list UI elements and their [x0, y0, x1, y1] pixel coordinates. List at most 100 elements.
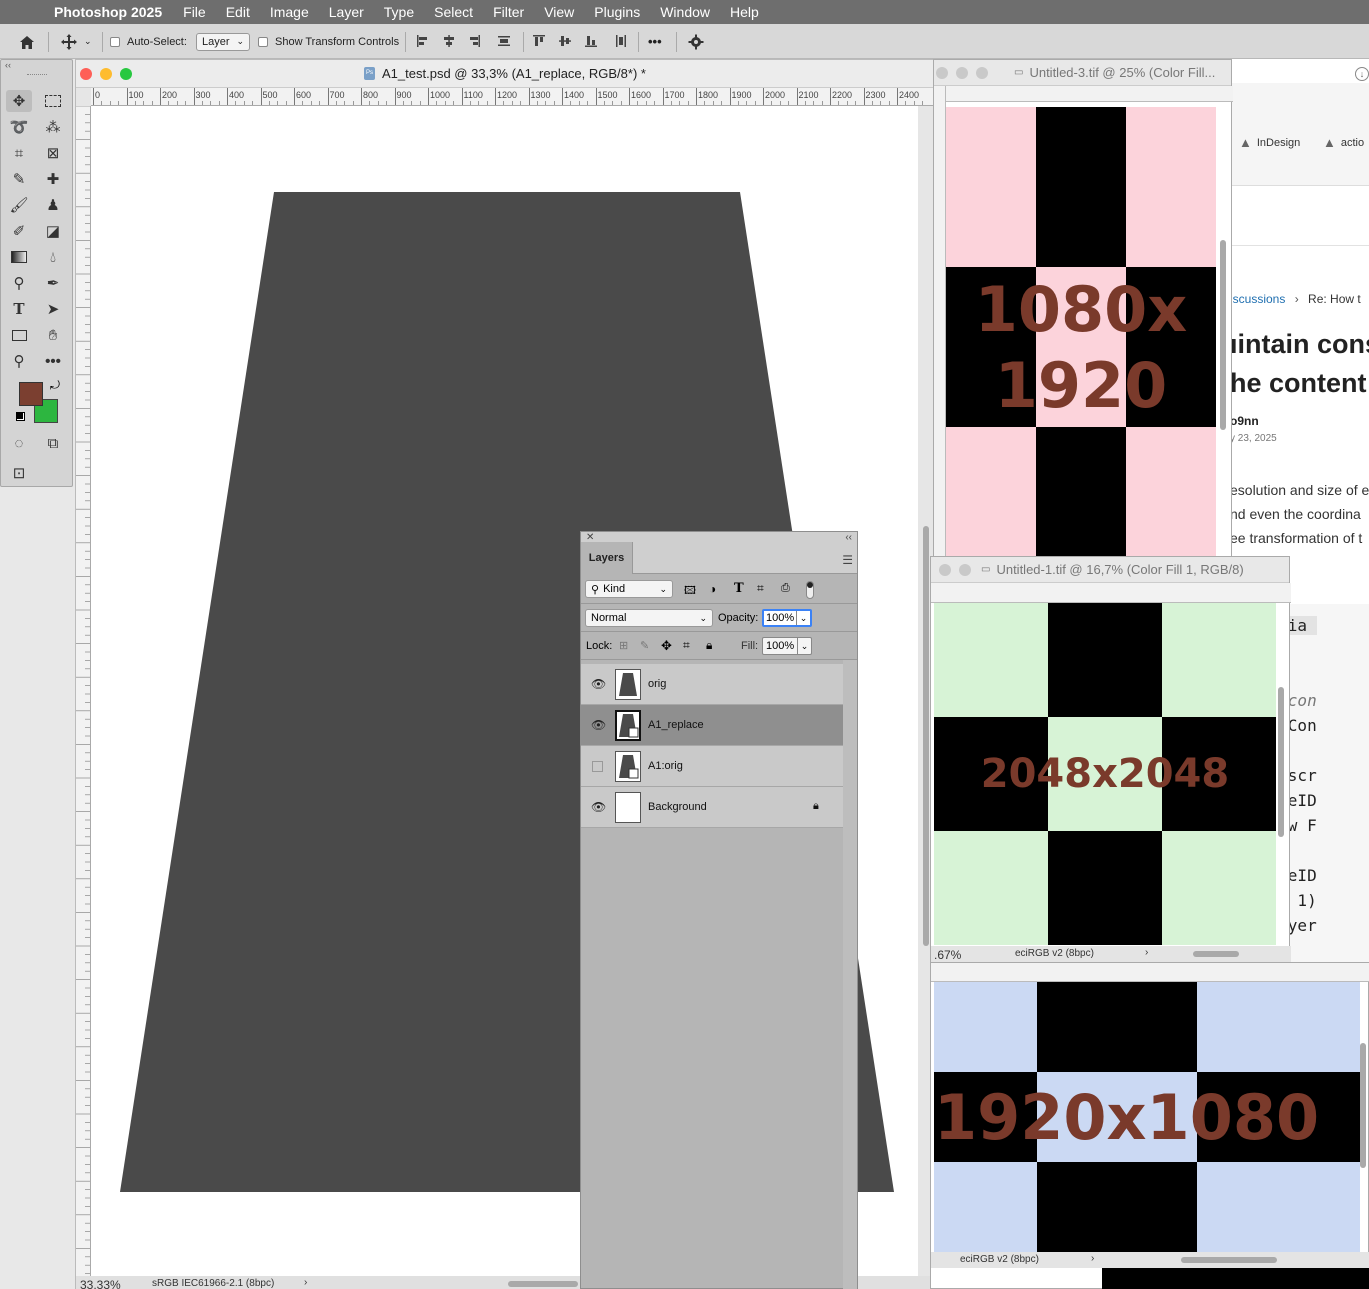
- layers-scroll-track[interactable]: [843, 660, 857, 1289]
- menu-type[interactable]: Type: [384, 4, 414, 20]
- eraser-tool-icon[interactable]: ◪: [40, 220, 66, 242]
- menu-view[interactable]: View: [544, 4, 574, 20]
- more-options-button[interactable]: •••: [648, 24, 662, 59]
- distribute-horizontal-icon[interactable]: [497, 34, 511, 48]
- app-name-menu[interactable]: Photoshop 2025: [54, 4, 162, 20]
- menu-filter[interactable]: Filter: [493, 4, 524, 20]
- layer-row-a1-replace[interactable]: 👁︎ A1_replace: [581, 705, 843, 746]
- layer-row-orig[interactable]: 👁︎ orig: [581, 664, 843, 705]
- show-transform-checkbox[interactable]: [258, 36, 268, 47]
- lock-all-icon[interactable]: 🔒︎: [706, 638, 712, 653]
- download-icon[interactable]: ↓: [1355, 67, 1369, 81]
- horizontal-scrollbar[interactable]: [1193, 951, 1239, 957]
- lock-image-pixels-icon[interactable]: ✎: [640, 639, 649, 652]
- gear-icon[interactable]: [688, 24, 704, 59]
- chevron-right-icon[interactable]: ›: [304, 1277, 307, 1288]
- type-tool-icon[interactable]: T: [6, 298, 32, 320]
- edit-toolbar-icon[interactable]: •••: [40, 350, 66, 372]
- filter-smart-objects-icon[interactable]: ⎙: [781, 582, 790, 595]
- menu-plugins[interactable]: Plugins: [594, 4, 640, 20]
- magic-wand-tool-icon[interactable]: ⁂: [40, 116, 66, 138]
- zoom-window-button[interactable]: [120, 68, 132, 80]
- frame-tool-icon[interactable]: ⊠: [40, 142, 66, 164]
- lasso-tool-icon[interactable]: ➰: [6, 116, 32, 138]
- zoom-tool-icon[interactable]: ⚲: [6, 350, 32, 372]
- distribute-vertical-icon[interactable]: [614, 34, 628, 48]
- blend-mode-dropdown[interactable]: Normal ⌄: [585, 609, 713, 627]
- move-tool-icon[interactable]: ⌄: [60, 24, 92, 59]
- chevron-down-icon[interactable]: ⌄: [796, 611, 810, 625]
- visibility-off-box[interactable]: [592, 761, 603, 772]
- minimize-window-button[interactable]: [956, 67, 968, 79]
- opacity-input[interactable]: 100% ⌄: [762, 609, 812, 627]
- menu-window[interactable]: Window: [660, 4, 710, 20]
- menu-select[interactable]: Select: [434, 4, 473, 20]
- home-icon[interactable]: [18, 24, 36, 59]
- chevron-right-icon[interactable]: ›: [1145, 947, 1148, 958]
- panel-grip[interactable]: [27, 74, 47, 76]
- post-author[interactable]: o9nn: [1230, 414, 1259, 428]
- tab-actions[interactable]: ▲ actio: [1323, 135, 1364, 150]
- chevron-down-icon[interactable]: ⌄: [84, 36, 92, 47]
- layer-name[interactable]: A1:orig: [648, 760, 683, 772]
- align-left-icon[interactable]: [416, 34, 430, 48]
- chevron-down-icon[interactable]: ⌄: [797, 638, 811, 654]
- collapse-panel-icon[interactable]: ‹‹: [845, 532, 852, 543]
- collapse-panel-icon[interactable]: ‹‹: [5, 60, 11, 70]
- align-right-icon[interactable]: [467, 34, 481, 48]
- foreground-color-swatch[interactable]: [19, 382, 43, 406]
- zoom-level[interactable]: .67%: [934, 948, 961, 962]
- zoom-level[interactable]: 33,33%: [80, 1278, 121, 1289]
- chevron-right-icon[interactable]: ›: [1091, 1253, 1094, 1264]
- minimize-window-button[interactable]: [100, 68, 112, 80]
- layer-name[interactable]: orig: [648, 678, 666, 690]
- filter-adjustment-layers-icon[interactable]: ◑: [709, 582, 716, 596]
- minimize-window-button[interactable]: [959, 564, 971, 576]
- horizontal-scrollbar[interactable]: [1181, 1257, 1277, 1263]
- gradient-tool-icon[interactable]: [6, 246, 32, 268]
- marquee-tool-icon[interactable]: [40, 90, 66, 112]
- lock-position-icon[interactable]: ✥: [661, 638, 672, 654]
- swap-colors-icon[interactable]: ⤾: [50, 378, 60, 393]
- align-center-icon[interactable]: [442, 34, 456, 48]
- close-window-button[interactable]: [939, 564, 951, 576]
- lock-artboard-icon[interactable]: ⌗: [683, 638, 690, 653]
- healing-brush-tool-icon[interactable]: ✚: [40, 168, 66, 190]
- pen-tool-icon[interactable]: ✒: [40, 272, 66, 294]
- filter-pixel-layers-icon[interactable]: 🖾︎: [684, 582, 696, 601]
- align-bottom-icon[interactable]: [584, 34, 598, 48]
- default-colors-icon[interactable]: [16, 412, 25, 421]
- layer-row-background[interactable]: 👁︎ Background 🔒︎: [581, 787, 843, 828]
- tab-layers[interactable]: Layers: [581, 542, 633, 574]
- eye-icon[interactable]: 👁︎: [591, 801, 606, 814]
- generative-fill-icon[interactable]: ⊡: [6, 462, 32, 484]
- hand-tool-icon[interactable]: ✋︎: [40, 324, 66, 346]
- vertical-scrollbar[interactable]: [1360, 1043, 1366, 1168]
- filter-toggle[interactable]: [806, 581, 814, 599]
- menu-image[interactable]: Image: [270, 4, 309, 20]
- filter-shape-layers-icon[interactable]: ⌗: [757, 581, 764, 596]
- rectangle-tool-icon[interactable]: [6, 324, 32, 346]
- panel-menu-icon[interactable]: ☰: [842, 553, 853, 567]
- stamp-tool-icon[interactable]: ♟: [40, 194, 66, 216]
- layer-row-a1-orig[interactable]: A1:orig: [581, 746, 843, 787]
- close-window-button[interactable]: [936, 67, 948, 79]
- close-window-button[interactable]: [80, 68, 92, 80]
- quick-mask-icon[interactable]: ◌: [6, 432, 32, 454]
- align-top-icon[interactable]: [532, 34, 546, 48]
- tab-indesign[interactable]: ▲ InDesign: [1239, 135, 1300, 150]
- menu-layer[interactable]: Layer: [329, 4, 364, 20]
- lock-transparent-pixels-icon[interactable]: ⊞: [619, 639, 628, 652]
- brush-tool-icon[interactable]: 🖌︎: [6, 194, 32, 216]
- eyedropper-tool-icon[interactable]: ✎: [6, 168, 32, 190]
- auto-select-dropdown[interactable]: Layer ⌄: [196, 32, 250, 51]
- layer-name[interactable]: A1_replace: [648, 719, 704, 731]
- auto-select-checkbox[interactable]: [110, 36, 120, 47]
- filter-type-layers-icon[interactable]: T: [734, 581, 744, 596]
- history-brush-tool-icon[interactable]: ✐: [6, 220, 32, 242]
- blur-tool-icon[interactable]: 💧︎: [40, 246, 66, 268]
- layer-filter-kind-dropdown[interactable]: ⚲ Kind ⌄: [585, 580, 673, 598]
- align-middle-icon[interactable]: [558, 34, 572, 48]
- eye-icon[interactable]: 👁︎: [591, 719, 606, 732]
- fill-input[interactable]: 100% ⌄: [762, 637, 812, 655]
